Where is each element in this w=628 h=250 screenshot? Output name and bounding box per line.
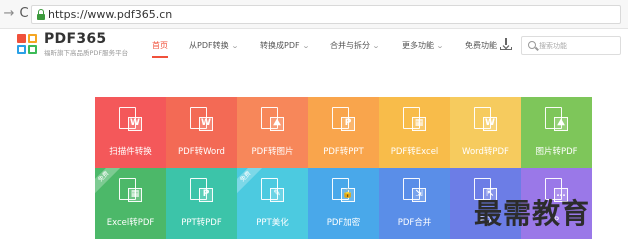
tool-tile[interactable]: ▦ Excel转PDF 免费 bbox=[95, 168, 166, 239]
ppt-beautify-icon: ✎ bbox=[261, 178, 285, 205]
address-bar[interactable]: https://www.pdf365.cn bbox=[31, 5, 621, 24]
download-icon[interactable] bbox=[500, 38, 512, 50]
pdf-to-ppt-icon: P bbox=[332, 107, 356, 134]
back-arrow-icon[interactable]: → bbox=[2, 6, 16, 22]
ppt-to-pdf-icon: P bbox=[190, 178, 214, 205]
nav-free-features[interactable]: 免费功能 bbox=[465, 40, 497, 51]
chevron-down-icon: ⌄ bbox=[435, 42, 445, 50]
pdf-encrypt-icon: 🔒 bbox=[332, 178, 356, 205]
tool-tile[interactable]: ⛰ PDF转图片 bbox=[237, 97, 308, 168]
brand-name[interactable]: PDF365 bbox=[44, 31, 106, 47]
tool-tile[interactable]: W Word转PDF bbox=[450, 97, 521, 168]
pdf-to-excel-icon: ▦ bbox=[403, 107, 427, 134]
search-icon bbox=[528, 41, 536, 49]
tool-label: 扫描件转换 bbox=[109, 147, 152, 157]
pdf-merge-icon: ⇲ bbox=[403, 178, 427, 205]
tool-tile[interactable]: ▦ PDF转Excel bbox=[379, 97, 450, 168]
chevron-down-icon: ⌄ bbox=[230, 42, 239, 50]
tool-tile[interactable]: W 扫描件转换 bbox=[95, 97, 166, 168]
word-to-pdf-icon: W bbox=[474, 107, 498, 134]
tool-tile[interactable]: P PDF转PPT bbox=[308, 97, 379, 168]
tool-label: PDF转PPT bbox=[323, 147, 364, 157]
tool-tile[interactable]: ✎ PPT美化 免费 bbox=[237, 168, 308, 239]
nav-merge-split[interactable]: 合并与拆分 ⌄ bbox=[330, 40, 381, 51]
scan-to-word-icon: W bbox=[119, 107, 143, 134]
tool-tile[interactable]: W PDF转Word bbox=[166, 97, 237, 168]
tool-tile[interactable]: 🔒 PDF加密 bbox=[308, 168, 379, 239]
nav-home[interactable]: 首页 bbox=[152, 40, 168, 51]
lock-icon bbox=[37, 9, 45, 20]
site-logo[interactable] bbox=[17, 34, 39, 56]
active-nav-indicator bbox=[152, 56, 168, 58]
tool-tile[interactable]: ⛰ 图片转PDF bbox=[521, 97, 592, 168]
search-placeholder: 搜索功能 bbox=[539, 42, 567, 50]
chevron-down-icon: ⌄ bbox=[301, 42, 310, 50]
tool-label: 图片转PDF bbox=[535, 147, 578, 157]
reload-icon[interactable]: C bbox=[17, 6, 31, 22]
tool-label: PPT美化 bbox=[256, 218, 289, 228]
pdf-to-image-icon: ⛰ bbox=[261, 107, 285, 134]
nav-from-pdf[interactable]: 从PDF转换 ⌄ bbox=[189, 40, 239, 51]
nav-more-features[interactable]: 更多功能 ⌄ bbox=[402, 40, 445, 51]
url-text[interactable]: https://www.pdf365.cn bbox=[48, 8, 172, 22]
tool-label: Word转PDF bbox=[462, 147, 509, 157]
browser-toolbar: → C https://www.pdf365.cn bbox=[0, 0, 628, 29]
tool-label: PDF合并 bbox=[397, 218, 432, 228]
image-to-pdf-icon: ⛰ bbox=[545, 107, 569, 134]
search-input[interactable]: 搜索功能 bbox=[521, 36, 621, 55]
tool-tile[interactable]: ⇲ PDF合并 bbox=[379, 168, 450, 239]
tool-label: PDF加密 bbox=[326, 218, 361, 228]
tool-label: PDF转Excel bbox=[390, 147, 439, 157]
tool-tile[interactable]: P PPT转PDF bbox=[166, 168, 237, 239]
chevron-down-icon: ⌄ bbox=[371, 42, 381, 50]
tool-label: PDF转Word bbox=[178, 147, 225, 157]
pdf-to-word-icon: W bbox=[190, 107, 214, 134]
nav-to-pdf[interactable]: 转换成PDF ⌄ bbox=[260, 40, 310, 51]
tool-label: PDF转图片 bbox=[251, 147, 294, 157]
tool-label: Excel转PDF bbox=[106, 218, 155, 228]
tool-label: PPT转PDF bbox=[181, 218, 222, 228]
excel-to-pdf-icon: ▦ bbox=[119, 178, 143, 205]
brand-slogan: 福昕旗下高品质PDF服务平台 bbox=[44, 49, 129, 57]
watermark-text: 最需教育 bbox=[474, 197, 591, 230]
